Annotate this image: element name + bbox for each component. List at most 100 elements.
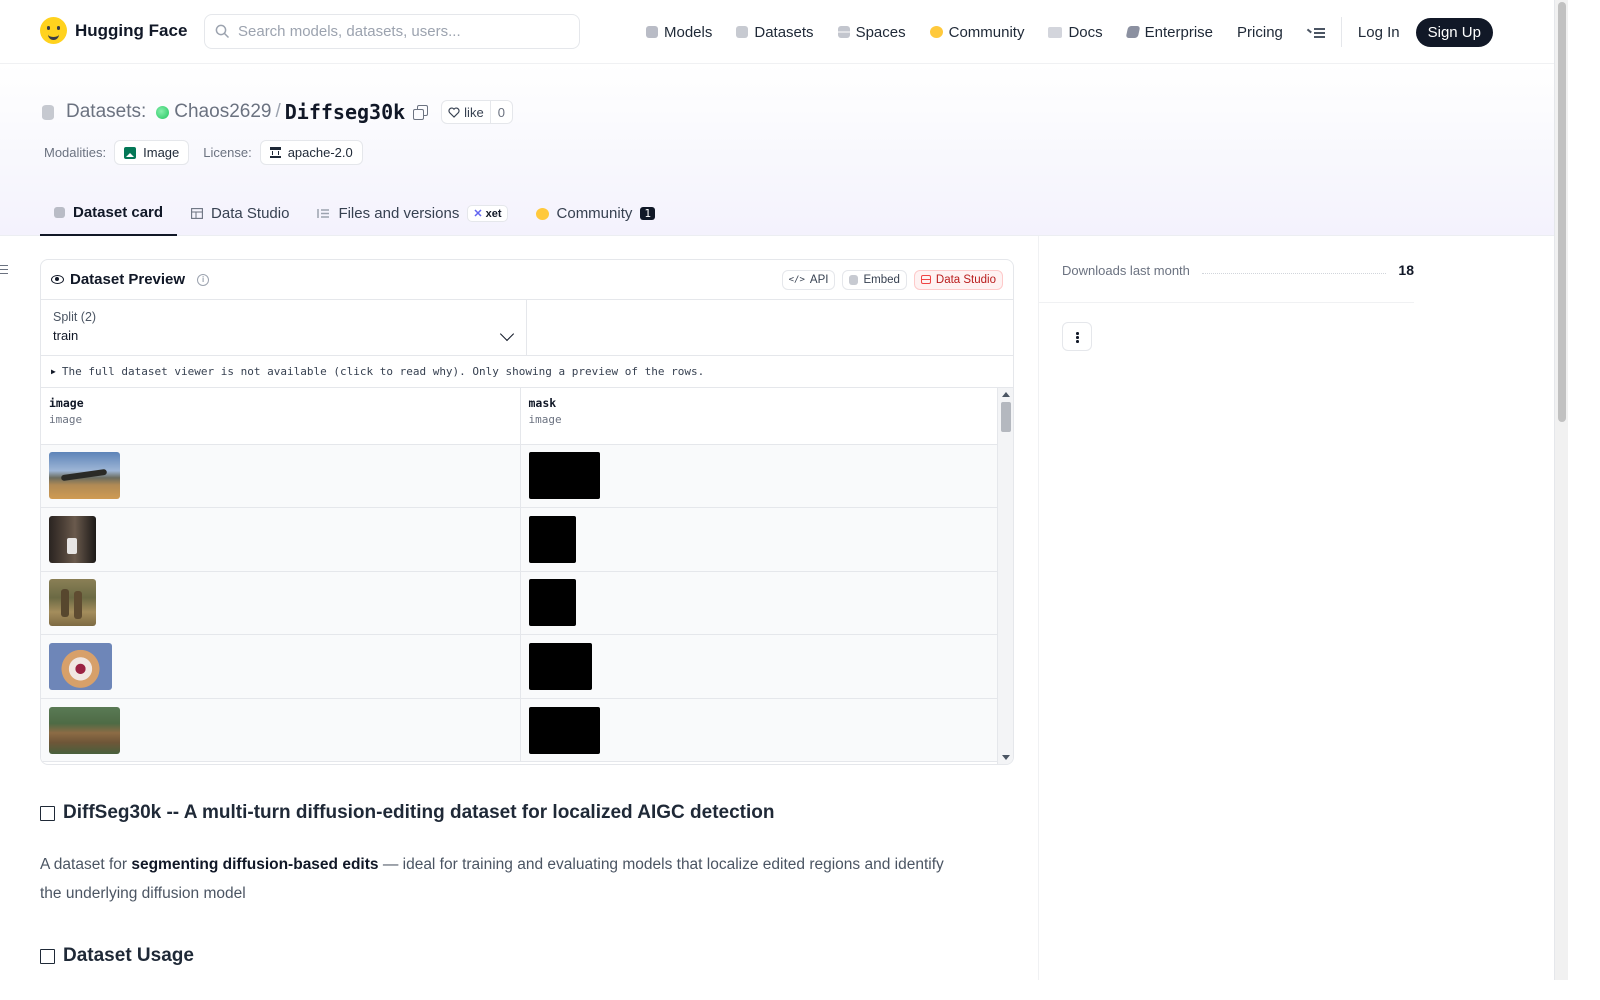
community-tab-icon — [535, 207, 549, 220]
nav-docs[interactable]: Docs — [1048, 24, 1103, 41]
like-button[interactable]: like 0 — [441, 100, 513, 124]
nav-models[interactable]: Models — [646, 24, 712, 41]
toc-toggle-icon[interactable] — [0, 265, 8, 275]
spaces-icon — [837, 26, 850, 38]
license-label: License: — [203, 145, 252, 160]
image-thumbnail[interactable] — [49, 579, 96, 627]
nav-enterprise-label: Enterprise — [1144, 23, 1214, 41]
modality-tag[interactable]: Image — [114, 140, 190, 165]
table-row[interactable] — [41, 634, 999, 699]
image-cell[interactable] — [41, 571, 520, 636]
image-cell[interactable] — [41, 507, 520, 572]
nav-enterprise[interactable]: Enterprise — [1125, 23, 1214, 41]
downloads-value: 18 — [1398, 262, 1414, 278]
tab-data-studio[interactable]: Data Studio — [177, 191, 303, 236]
para-prefix: A dataset for — [40, 856, 132, 873]
viewer-notice[interactable]: ▶ The full dataset viewer is not availabl… — [41, 356, 1013, 388]
image-icon — [124, 146, 137, 159]
hugging-face-logo-icon — [40, 17, 67, 44]
community-count-badge: 1 — [640, 207, 655, 220]
repo-title-row: Datasets: Chaos2629 / Diffseg30k like 0 — [42, 100, 513, 124]
modality-value: Image — [143, 145, 180, 160]
more-options-button[interactable] — [1062, 322, 1092, 351]
copy-icon[interactable] — [413, 105, 429, 120]
tab-files-label: Files and versions — [338, 205, 460, 222]
heart-icon — [448, 106, 460, 118]
mask-thumbnail[interactable] — [528, 706, 600, 754]
search-input[interactable] — [238, 23, 558, 40]
mask-cell[interactable] — [519, 634, 999, 699]
column-header-mask[interactable]: mask image — [519, 388, 999, 445]
mask-thumbnail[interactable] — [528, 643, 592, 691]
info-icon[interactable]: i — [197, 273, 210, 286]
scroll-down-arrow-icon[interactable] — [1002, 755, 1010, 760]
tab-community[interactable]: Community 1 — [522, 191, 669, 236]
login-link[interactable]: Log In — [1358, 24, 1400, 41]
table-row[interactable] — [41, 507, 999, 572]
page-scrollbar[interactable] — [1554, 0, 1568, 980]
card-heading-usage-text: Dataset Usage — [63, 945, 194, 966]
mask-cell[interactable] — [519, 571, 999, 636]
mask-cell[interactable] — [519, 444, 999, 509]
modalities-label: Modalities: — [44, 145, 107, 160]
card-heading-usage: Dataset Usage — [40, 945, 194, 967]
logo[interactable]: Hugging Face — [40, 17, 187, 44]
license-value: apache-2.0 — [287, 145, 353, 160]
checkbox-icon — [40, 805, 55, 821]
dataset-preview: Dataset Preview i </> API Embed Data Studi… — [40, 259, 1014, 765]
mask-thumbnail[interactable] — [528, 579, 576, 627]
column-header-image[interactable]: image image — [41, 388, 520, 445]
nav-pricing[interactable]: Pricing — [1237, 24, 1283, 41]
tab-files[interactable]: Files and versions ✕ xet — [303, 191, 521, 236]
search-box[interactable] — [204, 14, 580, 49]
breadcrumb-datasets[interactable]: Datasets: — [66, 101, 146, 123]
preview-actions: </> API Embed Data Studio — [781, 269, 1003, 290]
files-icon — [317, 209, 330, 218]
image-thumbnail[interactable] — [49, 706, 120, 754]
embed-label: Embed — [863, 273, 900, 286]
card-heading-title: DiffSeg30k -- A multi-turn diffusion-edi… — [40, 802, 774, 824]
table-scroll-thumb[interactable] — [1001, 402, 1011, 432]
nav-pricing-label: Pricing — [1237, 23, 1283, 41]
table-row[interactable] — [41, 571, 999, 636]
owner-link[interactable]: Chaos2629 — [174, 101, 271, 123]
image-thumbnail[interactable] — [49, 452, 120, 500]
split-select[interactable]: Split (2) train — [41, 300, 527, 355]
mask-thumbnail[interactable] — [528, 515, 576, 563]
nav-datasets[interactable]: Datasets — [736, 23, 814, 41]
nav-datasets-label: Datasets — [754, 23, 814, 41]
split-row: Split (2) train — [41, 300, 1013, 356]
more-menu-icon[interactable] — [1306, 25, 1325, 39]
preview-title: Dataset Preview i — [51, 271, 210, 288]
page-scroll-thumb[interactable] — [1558, 2, 1566, 422]
license-tag[interactable]: apache-2.0 — [259, 140, 363, 165]
image-cell[interactable] — [41, 634, 520, 699]
table-row[interactable] — [41, 444, 999, 509]
data-studio-button[interactable]: Data Studio — [913, 269, 1003, 290]
nav-models-label: Models — [664, 23, 713, 41]
table-row[interactable] — [41, 698, 999, 763]
nav-spaces[interactable]: Spaces — [837, 24, 906, 41]
license-icon — [269, 147, 281, 158]
tab-dataset-card[interactable]: Dataset card — [40, 191, 178, 236]
scroll-up-arrow-icon[interactable] — [1002, 392, 1010, 397]
table-scrollbar[interactable] — [997, 388, 1013, 764]
api-button[interactable]: </> API — [781, 269, 836, 290]
para-bold: segmenting diffusion-based edits — [131, 856, 379, 873]
nav-community[interactable]: Community — [929, 24, 1024, 41]
image-cell[interactable] — [41, 698, 520, 763]
mask-cell[interactable] — [519, 698, 999, 763]
dataset-name[interactable]: Diffseg30k — [285, 100, 405, 124]
card-intro-paragraph: A dataset for segmenting diffusion-based… — [40, 850, 960, 908]
xet-badge: ✕ xet — [467, 205, 508, 222]
expand-triangle-icon: ▶ — [51, 367, 56, 376]
image-thumbnail[interactable] — [49, 643, 112, 691]
models-icon — [646, 26, 658, 38]
embed-button[interactable]: Embed — [842, 269, 907, 290]
image-thumbnail[interactable] — [49, 515, 96, 563]
like-label: like — [464, 104, 484, 120]
signup-button[interactable]: Sign Up — [1415, 17, 1493, 47]
mask-thumbnail[interactable] — [528, 452, 600, 500]
image-cell[interactable] — [41, 444, 520, 509]
mask-cell[interactable] — [519, 507, 999, 572]
